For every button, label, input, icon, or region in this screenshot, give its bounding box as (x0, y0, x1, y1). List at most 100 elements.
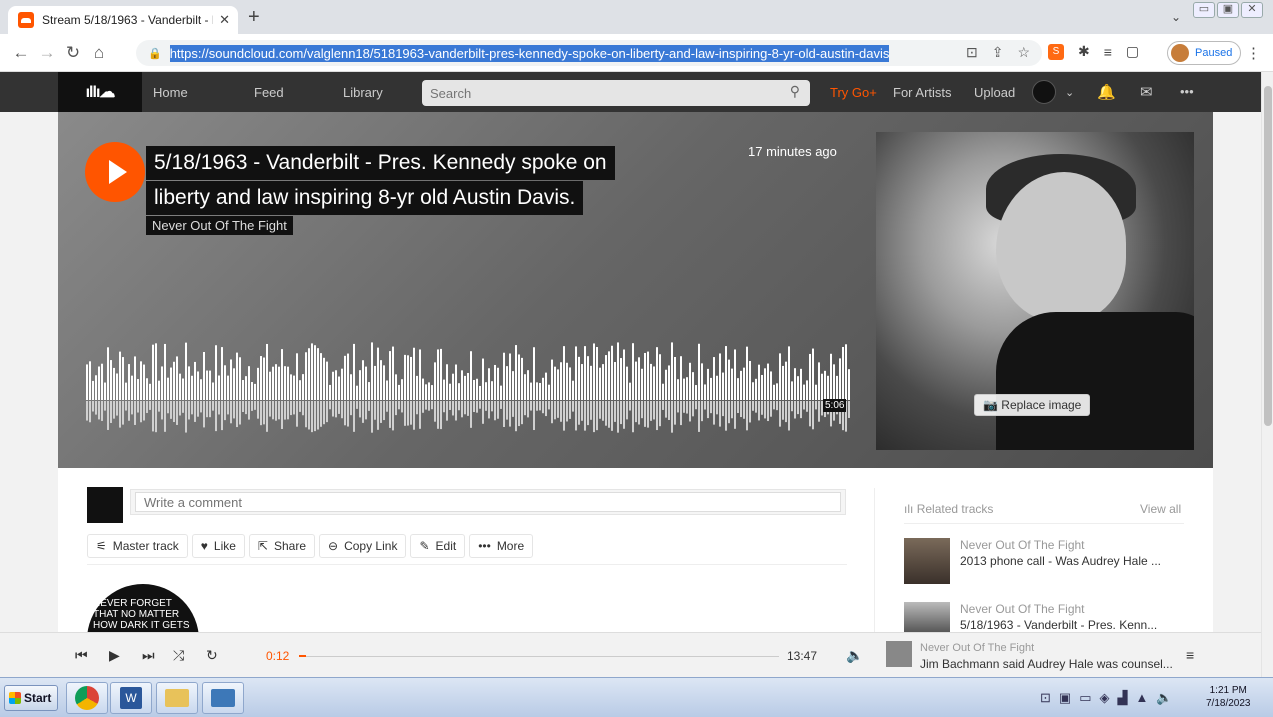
progress-bar[interactable] (299, 655, 779, 657)
more-menu-icon[interactable]: ••• (1180, 84, 1194, 99)
volume-icon[interactable]: 🔈 (846, 647, 863, 664)
user-menu-chevron-icon[interactable]: ⌄ (1065, 86, 1074, 99)
waveform-reflection-bar (797, 401, 799, 415)
tray-signal-icon[interactable]: ▟ (1118, 690, 1128, 706)
upload-link[interactable]: Upload (974, 85, 1015, 100)
now-playing-title[interactable]: Jim Bachmann said Audrey Hale was counse… (920, 657, 1172, 671)
tray-security-icon[interactable]: ◈ (1100, 690, 1110, 706)
browser-tab[interactable]: Stream 5/18/1963 - Vanderbilt - Pre ✕ (8, 6, 238, 34)
related-track-title[interactable]: 5/18/1963 - Vanderbilt - Pres. Kenn... (960, 618, 1190, 632)
queue-icon[interactable]: ≡ (1186, 647, 1194, 663)
search-input[interactable] (430, 85, 770, 101)
waveform-bar (428, 382, 430, 400)
nav-feed[interactable]: Feed (254, 85, 284, 100)
waveform-reflection-bar (185, 401, 187, 433)
share-page-icon[interactable]: ⇪ (992, 44, 1004, 61)
waveform-bar (98, 366, 100, 400)
waveform-bar (356, 385, 358, 400)
omnibox[interactable]: 🔒 https://soundcloud.com/valglenn18/5181… (136, 40, 1042, 66)
lock-icon[interactable]: 🔒 (148, 47, 162, 60)
waveform-reflection-bar (725, 401, 727, 431)
play-icon[interactable]: ▶ (109, 647, 120, 664)
nav-library[interactable]: Library (343, 85, 383, 100)
now-playing-thumb[interactable] (886, 641, 912, 667)
browser-menu-icon[interactable]: ⋮ (1246, 44, 1261, 62)
related-track-artist[interactable]: Never Out Of The Fight (960, 538, 1085, 552)
nav-home[interactable]: Home (153, 85, 188, 100)
waveform-reflection-bar (143, 401, 145, 421)
soundcloud-logo-icon[interactable]: ıllı☁ (58, 72, 142, 112)
tab-close-icon[interactable]: ✕ (219, 12, 230, 28)
minimize-button[interactable]: ▭ (1193, 2, 1215, 18)
master-track-button[interactable]: ⚟ Master track (87, 534, 188, 558)
forward-arrow-icon[interactable]: → (34, 43, 60, 63)
waveform-bar (662, 383, 664, 400)
waveform-bar (407, 355, 409, 400)
side-panel-icon[interactable]: ▢ (1126, 43, 1139, 60)
messages-envelope-icon[interactable]: ✉ (1140, 83, 1153, 101)
close-window-button[interactable]: ✕ (1241, 2, 1263, 18)
chrome-taskbar-icon[interactable] (66, 682, 108, 714)
comment-input[interactable] (135, 492, 841, 512)
tray-update-icon[interactable]: ▲ (1136, 690, 1149, 706)
reload-icon[interactable]: ↻ (60, 43, 86, 63)
notifications-bell-icon[interactable]: 🔔 (1097, 83, 1116, 101)
reading-list-icon[interactable]: ≡ (1104, 44, 1112, 60)
home-icon[interactable]: ⌂ (86, 43, 112, 63)
start-button[interactable]: Start (4, 685, 58, 711)
install-app-icon[interactable]: ⊡ (966, 44, 978, 61)
repeat-icon[interactable]: ↻ (206, 647, 218, 664)
waveform-bar (194, 361, 196, 400)
taskbar-clock[interactable]: 1:21 PM 7/18/2023 (1206, 684, 1251, 710)
next-icon[interactable]: ⏭ (142, 647, 155, 664)
waveform-bar (311, 343, 313, 400)
waveform-bar (188, 366, 190, 400)
scrollbar-thumb[interactable] (1264, 86, 1272, 426)
waveform-bar (590, 365, 592, 400)
waveform-reflection-bar (320, 401, 322, 427)
related-track-artist[interactable]: Never Out Of The Fight (960, 602, 1085, 616)
tray-app-icon[interactable]: ⊡ (1040, 690, 1051, 706)
url-text[interactable]: https://soundcloud.com/valglenn18/518196… (169, 44, 890, 62)
share-button[interactable]: ⇱ Share (248, 534, 316, 558)
tray-volume-icon[interactable]: 🔈 (1156, 690, 1172, 706)
previous-icon[interactable]: ⏮ (75, 647, 88, 664)
page-scrollbar[interactable] (1261, 72, 1273, 677)
user-avatar[interactable] (1032, 80, 1056, 104)
like-button[interactable]: ♥ Like (191, 534, 245, 558)
tab-search-chevron-icon[interactable]: ⌄ (1171, 10, 1181, 24)
for-artists-link[interactable]: For Artists (893, 85, 952, 100)
waveform-reflection-bar (290, 401, 292, 416)
bookmark-star-icon[interactable]: ☆ (1017, 44, 1030, 61)
extensions-puzzle-icon[interactable]: ✱ (1078, 43, 1090, 60)
new-tab-button[interactable]: + (248, 7, 260, 27)
track-artist-link[interactable]: Never Out Of The Fight (146, 216, 293, 235)
edit-button[interactable]: ✎ Edit (410, 534, 466, 558)
waveform[interactable] (86, 342, 850, 442)
tray-network-icon[interactable]: ▣ (1059, 690, 1071, 706)
more-button[interactable]: ••• More (469, 534, 534, 558)
replace-image-button[interactable]: 📷 Replace image (974, 394, 1091, 416)
word-taskbar-icon[interactable]: W (110, 682, 152, 714)
waveform-bar (104, 382, 106, 400)
waveform-bar (545, 372, 547, 400)
now-playing-artist[interactable]: Never Out Of The Fight (920, 642, 1034, 654)
extension-s-icon[interactable]: S (1048, 43, 1064, 60)
tray-display-icon[interactable]: ▭ (1079, 690, 1091, 706)
maximize-button[interactable]: ▣ (1217, 2, 1239, 18)
back-arrow-icon[interactable]: ← (8, 43, 34, 63)
waveform-bar (572, 380, 574, 400)
play-button[interactable] (85, 142, 145, 202)
explorer-taskbar-icon[interactable] (156, 682, 198, 714)
waveform-reflection-bar (380, 401, 382, 423)
waveform-bar (179, 373, 181, 400)
copy-link-button[interactable]: ⊖ Copy Link (319, 534, 407, 558)
view-all-link[interactable]: View all (1140, 502, 1181, 516)
try-go-link[interactable]: Try Go+ (830, 85, 877, 100)
shuffle-icon[interactable]: ⤮ (173, 647, 184, 664)
screen-taskbar-icon[interactable] (202, 682, 244, 714)
related-track-title[interactable]: 2013 phone call - Was Audrey Hale ... (960, 554, 1190, 568)
search-icon[interactable]: ⚲ (790, 83, 800, 100)
profile-paused-button[interactable]: Paused (1167, 41, 1242, 65)
related-track-item[interactable]: Never Out Of The Fight 2013 phone call -… (904, 538, 1194, 588)
